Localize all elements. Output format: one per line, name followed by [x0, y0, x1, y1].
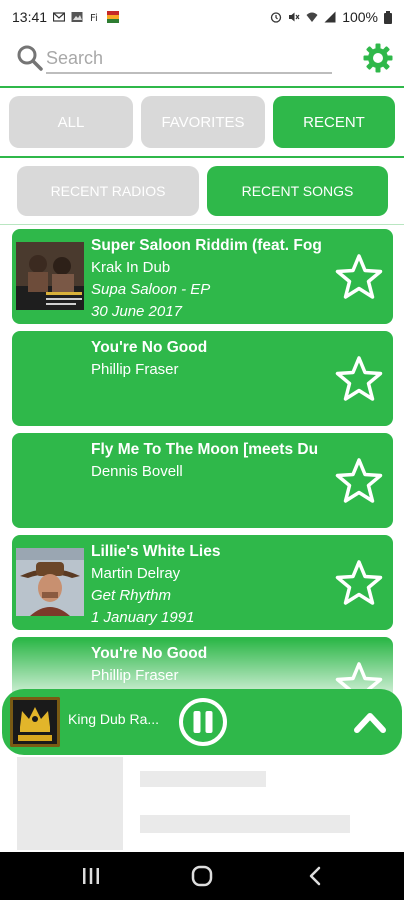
song-artist: Krak In Dub [91, 259, 171, 276]
header-divider [0, 86, 404, 88]
song-date: 30 June 2017 [91, 303, 182, 320]
subtab-recent-songs-label: RECENT SONGS [241, 183, 354, 199]
back-icon[interactable] [304, 864, 328, 888]
mini-player[interactable]: King Dub Ra... [2, 689, 402, 755]
placeholder-image [17, 757, 123, 850]
tab-recent[interactable]: RECENT [273, 96, 395, 148]
tab-all[interactable]: ALL [9, 96, 133, 148]
font-icon: Fi [90, 13, 98, 23]
song-artist: Phillip Fraser [91, 361, 179, 378]
tabs-divider [0, 156, 404, 158]
subtab-recent-songs[interactable]: RECENT SONGS [207, 166, 388, 216]
status-bar: 13:41 Fi 100% [0, 0, 404, 34]
song-title: Lillie's White Lies [91, 543, 221, 560]
subtabs-divider [0, 224, 404, 225]
station-name: King Dub Ra... [68, 711, 160, 727]
song-item[interactable]: You're No Good Phillip Fraser [12, 331, 393, 426]
song-title: You're No Good [91, 645, 208, 662]
alarm-icon [271, 12, 282, 23]
svg-text:Fi: Fi [90, 13, 98, 23]
placeholder-line [140, 771, 266, 787]
battery-text: 100% [342, 9, 378, 25]
tab-favorites[interactable]: FAVORITES [141, 96, 265, 148]
image-icon [71, 12, 83, 22]
song-title: You're No Good [91, 339, 208, 356]
signal-icon [324, 11, 336, 23]
status-time: 13:41 [12, 9, 48, 25]
recents-icon[interactable] [79, 864, 103, 888]
song-info: Super Saloon Riddim (feat. Fog Krak In D… [91, 235, 331, 323]
battery-icon [384, 10, 392, 24]
tab-favorites-label: FAVORITES [161, 113, 245, 131]
song-album: Supa Saloon - EP [91, 281, 211, 298]
song-info: Fly Me To The Moon [meets Du Dennis Bove… [91, 439, 331, 483]
app-icon [107, 11, 120, 23]
song-artist: Phillip Fraser [91, 667, 179, 684]
search-icon[interactable] [16, 44, 44, 72]
favorite-star-icon[interactable] [335, 457, 383, 505]
subtab-recent-radios-label: RECENT RADIOS [50, 183, 166, 199]
song-info: Lillie's White Lies Martin Delray Get Rh… [91, 541, 331, 629]
chevron-up-icon[interactable] [352, 704, 388, 740]
favorite-star-icon[interactable] [335, 253, 383, 301]
song-item[interactable]: Super Saloon Riddim (feat. Fog Krak In D… [12, 229, 393, 324]
song-info: You're No Good Phillip Fraser [91, 643, 331, 687]
app-root: 13:41 Fi 100% Search ALL FAVORITES RECEN… [0, 0, 404, 900]
song-item[interactable]: Lillie's White Lies Martin Delray Get Rh… [12, 535, 393, 630]
song-artist: Martin Delray [91, 565, 181, 582]
system-nav-bar [0, 852, 404, 900]
search-bar [0, 38, 404, 82]
wifi-icon [306, 12, 318, 22]
home-icon[interactable] [190, 864, 214, 888]
song-title: Super Saloon Riddim (feat. Fog [91, 237, 322, 254]
mute-icon [289, 12, 300, 22]
song-album: Get Rhythm [91, 587, 172, 604]
placeholder-line [140, 815, 350, 833]
song-artist: Dennis Bovell [91, 463, 183, 480]
song-item[interactable]: Fly Me To The Moon [meets Du Dennis Bove… [12, 433, 393, 528]
album-art [16, 242, 84, 310]
gmail-icon [53, 12, 66, 22]
favorite-star-icon[interactable] [335, 355, 383, 403]
station-logo [10, 697, 60, 747]
favorite-star-icon[interactable] [335, 559, 383, 607]
search-input[interactable] [46, 42, 332, 74]
song-title: Fly Me To The Moon [meets Du [91, 441, 319, 458]
album-art [16, 548, 84, 616]
subtab-recent-radios[interactable]: RECENT RADIOS [17, 166, 199, 216]
tab-recent-label: RECENT [303, 113, 365, 131]
pause-button[interactable] [178, 697, 228, 747]
gear-icon[interactable] [362, 42, 394, 74]
song-date: 1 January 1991 [91, 609, 195, 626]
tab-all-label: ALL [57, 113, 85, 131]
song-info: You're No Good Phillip Fraser [91, 337, 331, 381]
